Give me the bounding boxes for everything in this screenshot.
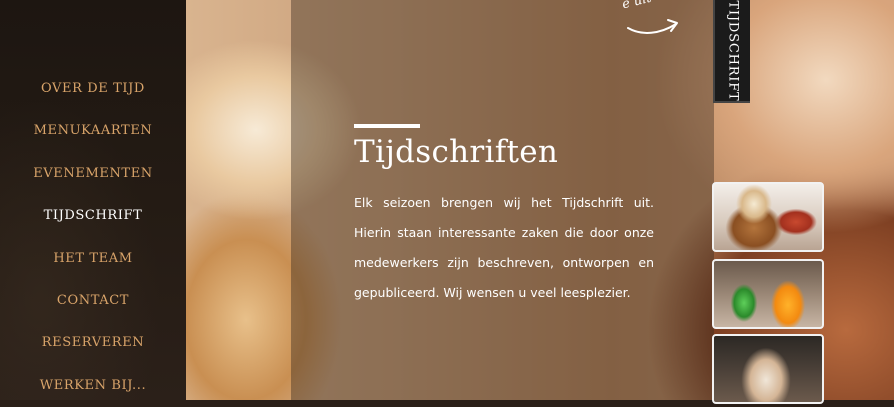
tijdschrift-vertical-tab[interactable]: TIJDSCHRIFT bbox=[713, 0, 750, 103]
nav-item-werken-bij[interactable]: WERKEN BIJ... bbox=[0, 363, 186, 405]
nav-item-menukaarten[interactable]: MENUKAARTEN bbox=[0, 108, 186, 150]
nav-link-werken-bij[interactable]: WERKEN BIJ... bbox=[40, 378, 146, 393]
dessert-thumbnail[interactable] bbox=[712, 182, 824, 252]
nav-item-tijdschrift[interactable]: TIJDSCHRIFT bbox=[0, 193, 186, 235]
nav-item-het-team[interactable]: HET TEAM bbox=[0, 236, 186, 278]
nav-link-tijdschrift[interactable]: TIJDSCHRIFT bbox=[44, 208, 143, 223]
nav-link-evenementen[interactable]: EVENEMENTEN bbox=[33, 166, 153, 181]
latte-thumbnail[interactable] bbox=[712, 334, 824, 404]
nav-link-menukaarten[interactable]: MENUKAARTEN bbox=[34, 123, 153, 138]
nav-link-het-team[interactable]: HET TEAM bbox=[53, 251, 132, 266]
nav-link-over-de-tijd[interactable]: OVER DE TIJD bbox=[41, 81, 145, 96]
intro-paragraph: Elk seizoen brengen wij het Tijdschrift … bbox=[354, 195, 654, 300]
nav-item-evenementen[interactable]: EVENEMENTEN bbox=[0, 151, 186, 193]
nav-item-over-de-tijd[interactable]: OVER DE TIJD bbox=[0, 66, 186, 108]
title-accent-bar bbox=[354, 124, 420, 128]
sidebar: OVER DE TIJD MENUKAARTEN EVENEMENTEN TIJ… bbox=[0, 0, 186, 400]
nav-link-contact[interactable]: CONTACT bbox=[57, 293, 129, 308]
curved-arrow-icon bbox=[627, 19, 678, 34]
page-title: Tijdschriften bbox=[354, 134, 559, 170]
main-nav: OVER DE TIJD MENUKAARTEN EVENEMENTEN TIJ… bbox=[0, 66, 186, 405]
nav-item-reserveren[interactable]: RESERVEREN bbox=[0, 320, 186, 362]
nav-link-reserveren[interactable]: RESERVEREN bbox=[42, 335, 145, 350]
vertical-tab-label: TIJDSCHRIFT bbox=[725, 0, 740, 102]
nav-item-contact[interactable]: CONTACT bbox=[0, 278, 186, 320]
drinks-thumbnail[interactable] bbox=[712, 259, 824, 329]
